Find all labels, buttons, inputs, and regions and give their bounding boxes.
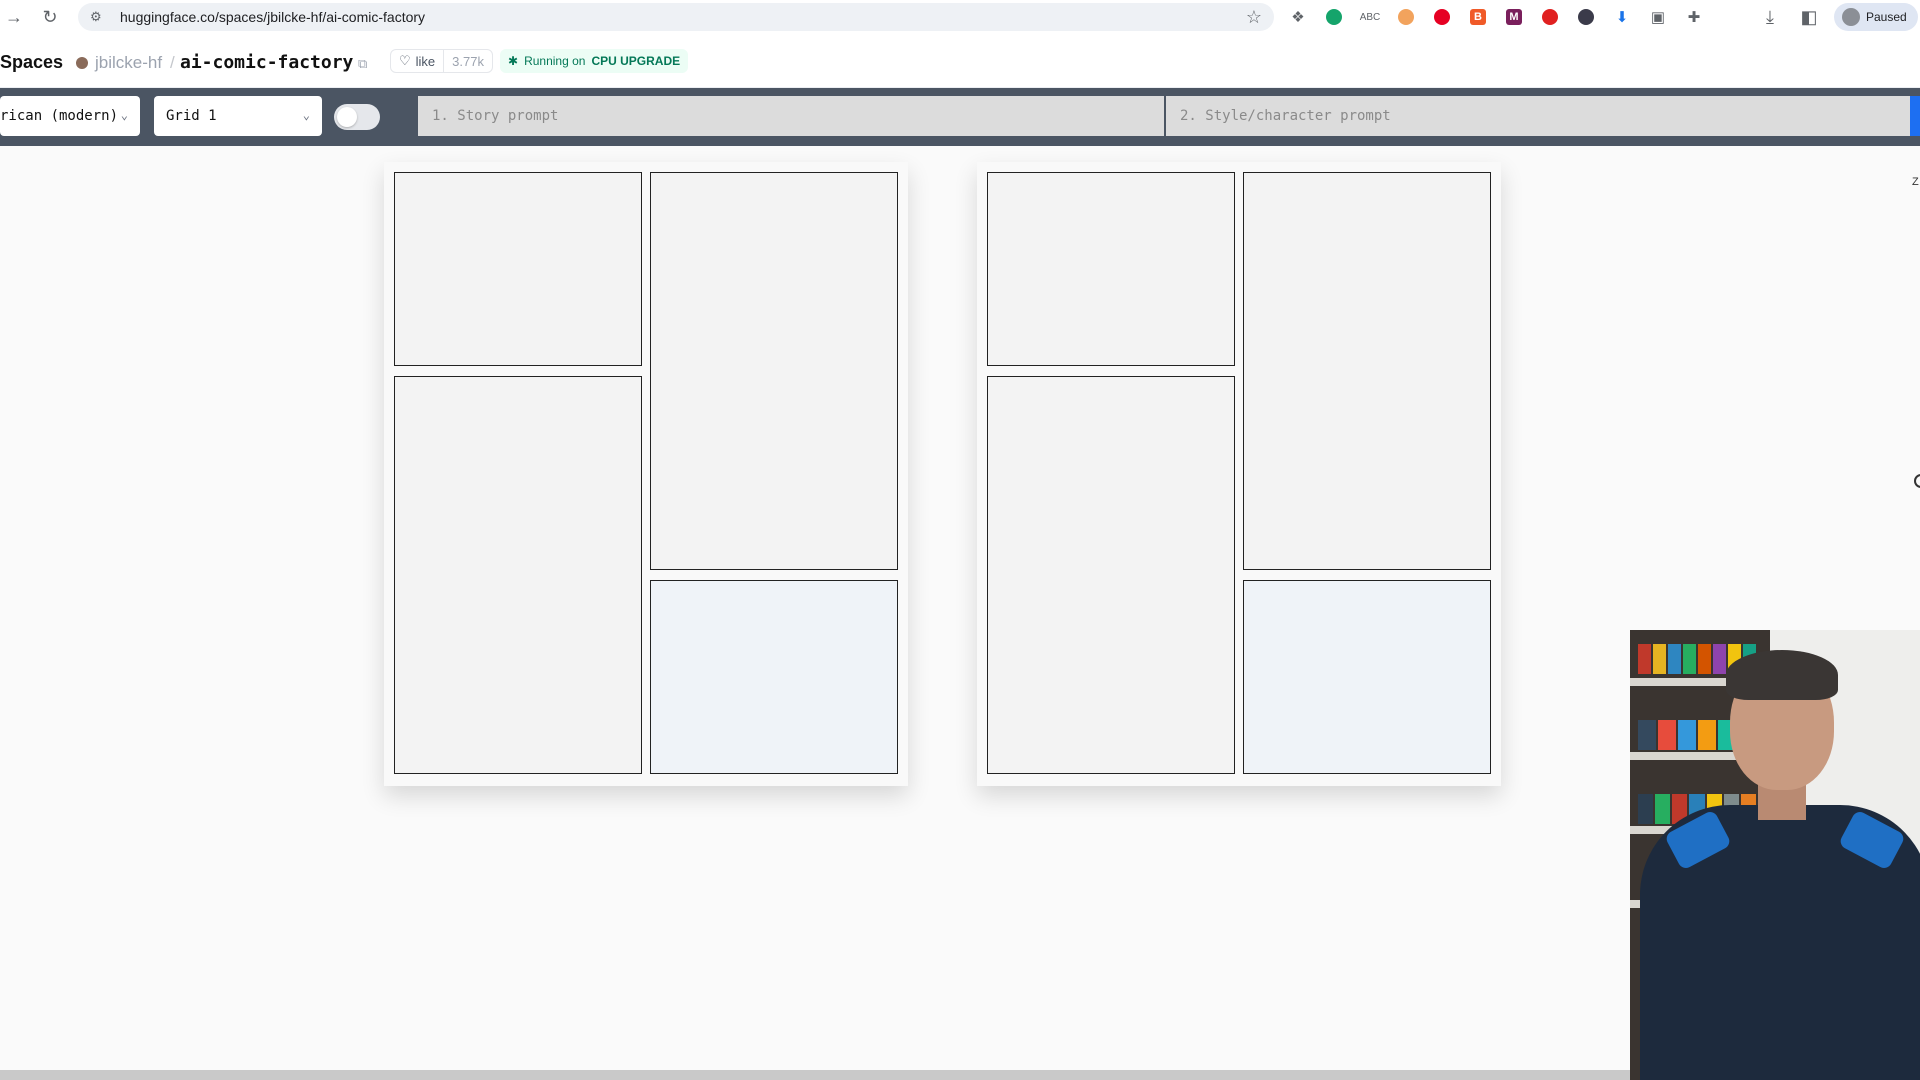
- red-dot-icon[interactable]: [1538, 5, 1562, 29]
- puzzle-icon[interactable]: ✚: [1682, 5, 1706, 29]
- reload-icon[interactable]: ↻: [36, 3, 64, 31]
- generate-button[interactable]: [1910, 96, 1920, 136]
- downloads-icon[interactable]: ⤓: [1756, 3, 1784, 31]
- forward-icon[interactable]: →: [0, 3, 28, 31]
- style-select-value: rican (modern): [0, 108, 119, 124]
- repo-name[interactable]: ai-comic-factory: [180, 52, 353, 73]
- url-text: huggingface.co/spaces/jbilcke-hf/ai-comi…: [120, 9, 426, 25]
- chevron-down-icon: ⌄: [120, 108, 128, 122]
- address-bar[interactable]: ⚙ huggingface.co/spaces/jbilcke-hf/ai-co…: [78, 3, 1274, 31]
- browser-toolbar: → ↻ ⚙ huggingface.co/spaces/jbilcke-hf/a…: [0, 0, 1920, 34]
- style-prompt-input[interactable]: [1166, 96, 1910, 136]
- like-label: like: [415, 53, 436, 69]
- status-prefix: Running on: [524, 54, 586, 68]
- hf-header: Spaces jbilcke-hf / ai-comic-factory ⧉ ♡…: [0, 34, 1920, 88]
- heart-icon: ♡: [399, 53, 411, 68]
- spaces-link[interactable]: Spaces: [0, 52, 63, 73]
- layout-select-value: Grid 1: [166, 108, 217, 124]
- download-arrow-icon[interactable]: ⬇: [1610, 5, 1634, 29]
- side-ring-icon[interactable]: [1914, 474, 1920, 488]
- path-separator: /: [170, 53, 175, 72]
- avatar: [1842, 8, 1860, 26]
- copy-icon[interactable]: ⧉: [358, 56, 367, 72]
- owner-avatar: [76, 57, 88, 69]
- story-prompt-input[interactable]: [418, 96, 1164, 136]
- like-count: 3.77k: [443, 50, 492, 72]
- b-extension-icon[interactable]: B: [1466, 5, 1490, 29]
- profile-status: Paused: [1866, 10, 1907, 24]
- owner-link[interactable]: jbilcke-hf: [95, 53, 162, 73]
- comic-panel: [394, 172, 642, 366]
- toggle-knob: [337, 107, 357, 127]
- pinterest-icon[interactable]: [1430, 5, 1454, 29]
- m-extension-icon[interactable]: M: [1502, 5, 1526, 29]
- status-badge[interactable]: ✱ Running on CPU UPGRADE: [500, 49, 689, 73]
- status-hardware: CPU UPGRADE: [591, 54, 681, 68]
- comic-panel: [1243, 172, 1491, 570]
- grammarly-icon[interactable]: [1322, 5, 1346, 29]
- layout-toggle[interactable]: [334, 104, 380, 130]
- comic-page-1: [384, 162, 908, 786]
- wrench-icon: ✱: [508, 54, 519, 68]
- dropbox-icon[interactable]: ❖: [1286, 5, 1310, 29]
- tracker-icon[interactable]: [1394, 5, 1418, 29]
- abc-icon[interactable]: ABC: [1358, 5, 1382, 29]
- comic-panel: [394, 376, 642, 774]
- reader-icon[interactable]: ▣: [1646, 5, 1670, 29]
- comic-toolbar: rican (modern) ⌄ Grid 1 ⌄: [0, 88, 1920, 146]
- profile-button[interactable]: Paused: [1834, 3, 1918, 31]
- comic-panel: [1243, 580, 1491, 774]
- comic-page-2: [977, 162, 1501, 786]
- bookmark-star-icon[interactable]: ☆: [1246, 7, 1262, 28]
- comic-panel: [650, 580, 898, 774]
- comic-panel: [650, 172, 898, 570]
- webcam-overlay: [1630, 630, 1920, 1080]
- site-settings-icon[interactable]: ⚙: [90, 9, 108, 25]
- style-select[interactable]: rican (modern) ⌄: [0, 96, 140, 136]
- side-panel-icon[interactable]: ◧: [1795, 3, 1823, 31]
- chevron-down-icon: ⌄: [302, 108, 310, 122]
- extensions-row: ❖ ABC B M ⬇ ▣ ✚: [1286, 4, 1706, 30]
- person-hair: [1726, 650, 1838, 700]
- dark-circle-icon[interactable]: [1574, 5, 1598, 29]
- comic-panel: [987, 376, 1235, 774]
- comic-panel: [987, 172, 1235, 366]
- side-label: Z: [1912, 176, 1919, 188]
- like-button[interactable]: ♡ like 3.77k: [390, 49, 493, 73]
- layout-select[interactable]: Grid 1 ⌄: [154, 96, 322, 136]
